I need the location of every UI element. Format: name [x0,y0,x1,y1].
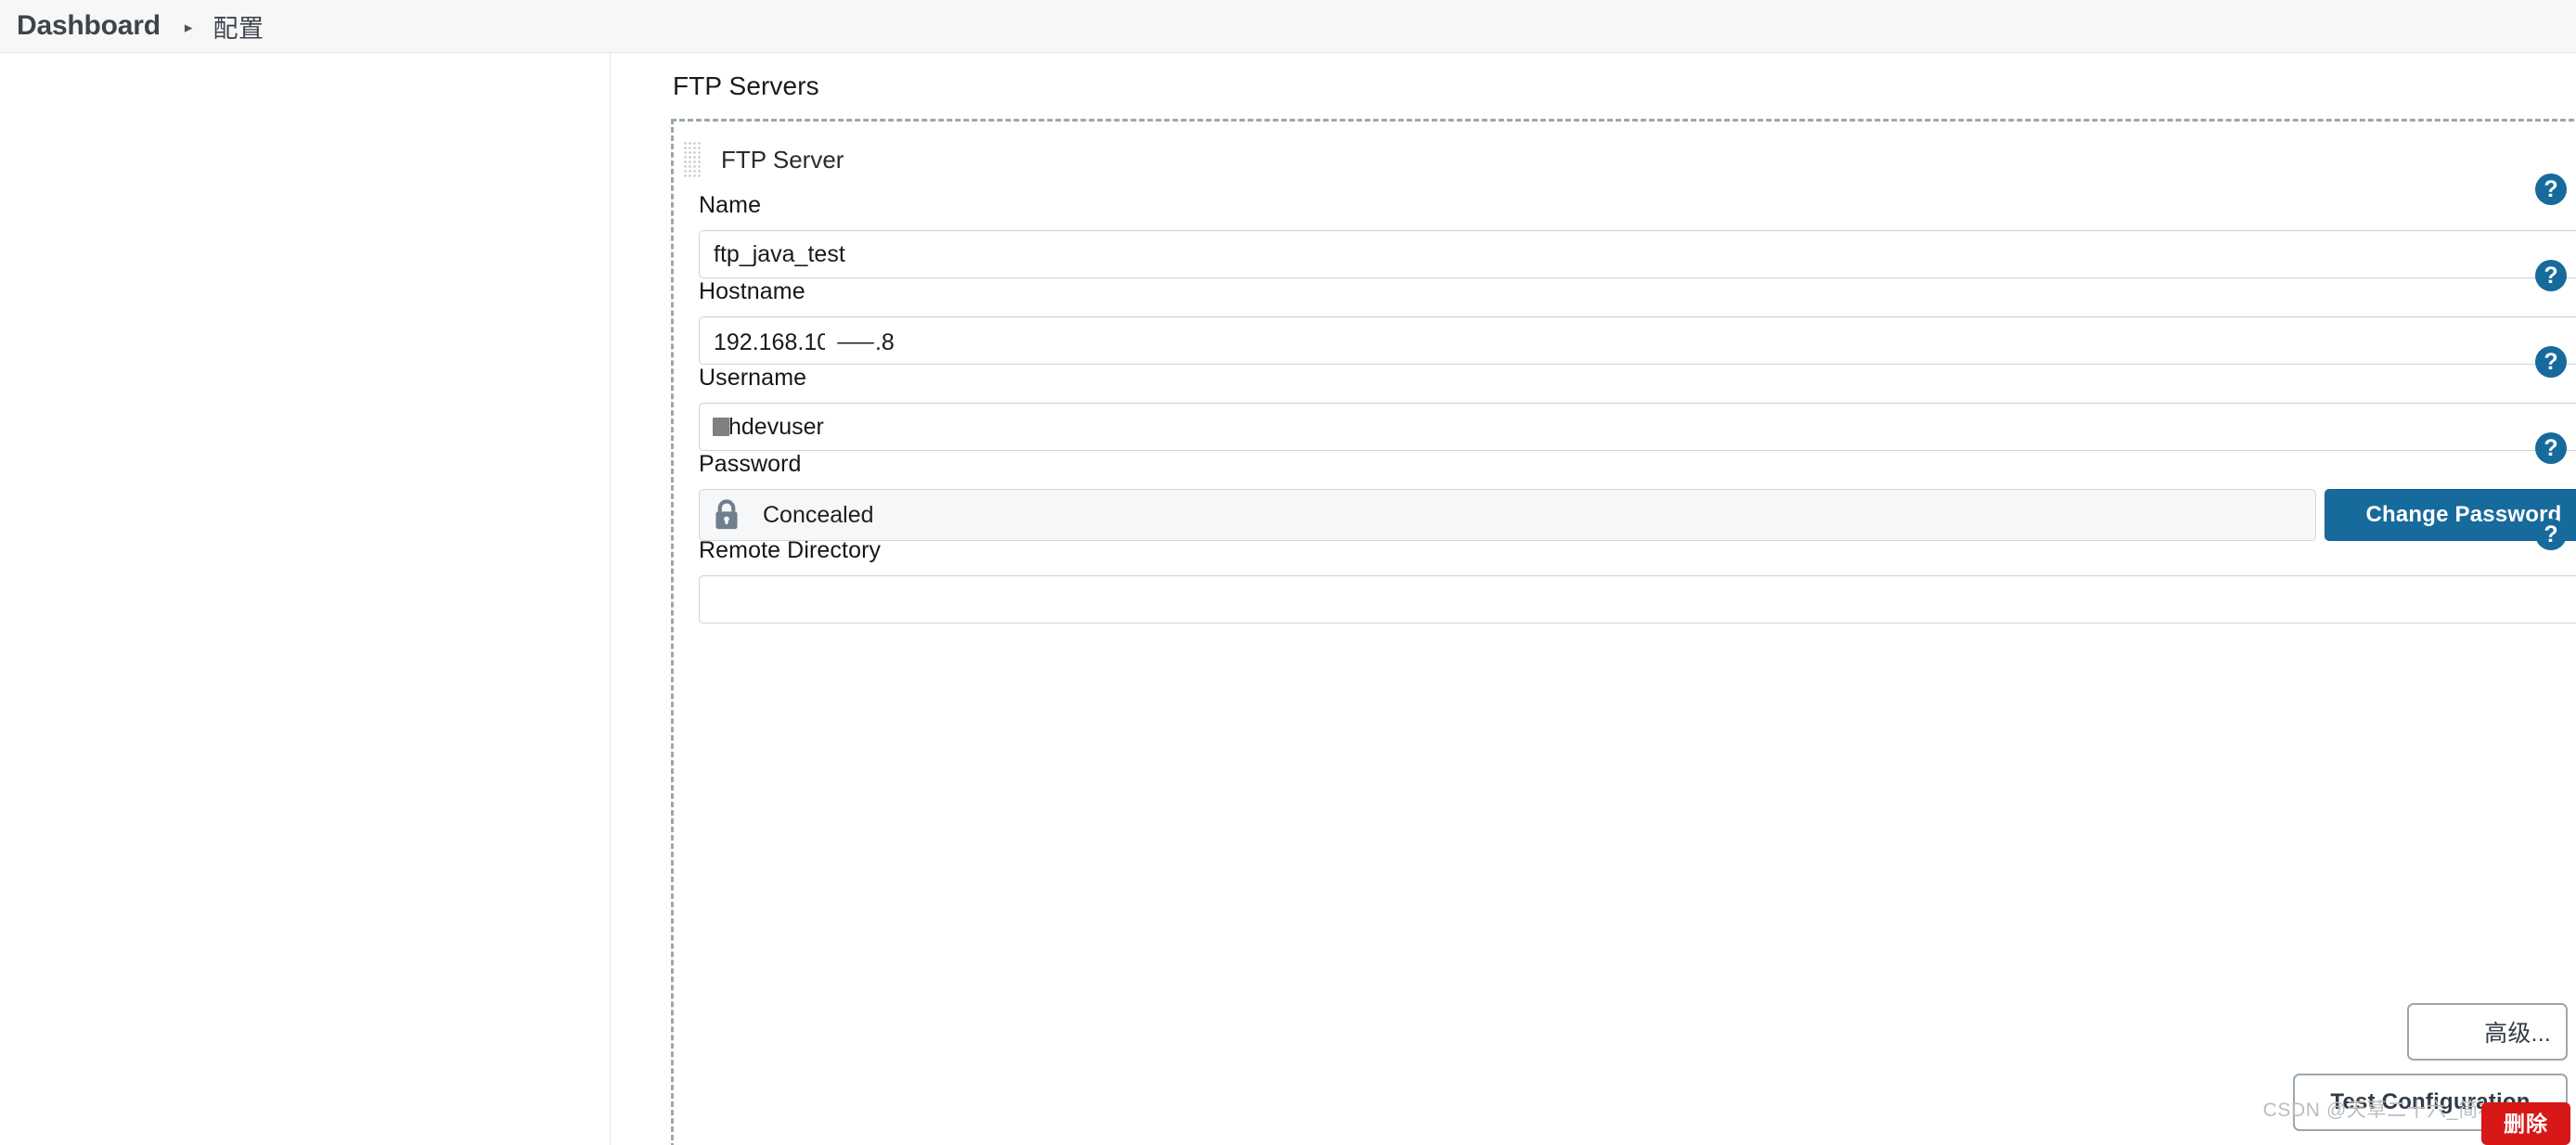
password-row: Concealed Change Password [699,489,2576,541]
ftp-server-form: Name Hostname Username [699,192,2576,1145]
help-icon-hostname[interactable]: ? [2535,260,2567,291]
watermark-text: CSDN @天草二十六_简村人 [2262,1100,2518,1121]
username-input[interactable] [699,403,2576,451]
ftp-server-block: FTP Server Name Hostname [671,119,2576,1145]
field-label-username: Username [699,365,807,391]
ftp-server-block-title: FTP Server [721,145,844,174]
breadcrumb-item-configure[interactable]: 配置 [213,8,264,45]
field-remote-directory: Remote Directory [699,537,2576,624]
watermark-delete-badge: 删除 [2481,1102,2570,1145]
password-display-box[interactable]: Concealed [699,489,2316,541]
field-username: Username [699,365,2576,451]
drag-grip-icon[interactable] [682,140,701,179]
remote-directory-input[interactable] [699,575,2576,624]
name-input[interactable] [699,230,2576,278]
field-label-password: Password [699,451,802,477]
field-name: Name [699,192,2576,278]
configuration-content-pane: FTP Servers FTP Server Name Hostname [612,53,2576,1145]
help-icon-remote-directory[interactable]: ? [2535,519,2567,550]
field-label-remote-directory: Remote Directory [699,537,882,563]
page-body: FTP Servers FTP Server Name Hostname [0,53,2576,1145]
field-label-name: Name [699,192,762,218]
field-label-hostname: Hostname [699,278,805,304]
help-icon-name[interactable]: ? [2535,174,2567,205]
advanced-button[interactable]: 高级... [2407,1003,2568,1061]
breadcrumb-separator-icon: ▸ [184,18,193,36]
field-hostname: Hostname [699,278,2576,365]
hostname-input[interactable] [699,316,2576,365]
field-password: Password Concealed Change Password [699,451,2576,541]
left-sidebar-pane [0,53,611,1145]
help-icon-password[interactable]: ? [2535,432,2567,464]
breadcrumb-item-dashboard[interactable]: Dashboard [17,10,161,42]
help-icon-username[interactable]: ? [2535,346,2567,378]
ftp-server-block-header: FTP Server [682,140,844,179]
password-status-text: Concealed [763,501,874,528]
lock-icon [715,499,738,530]
page-title: FTP Servers [673,71,819,100]
breadcrumb-bar: Dashboard ▸ 配置 [0,0,2576,53]
